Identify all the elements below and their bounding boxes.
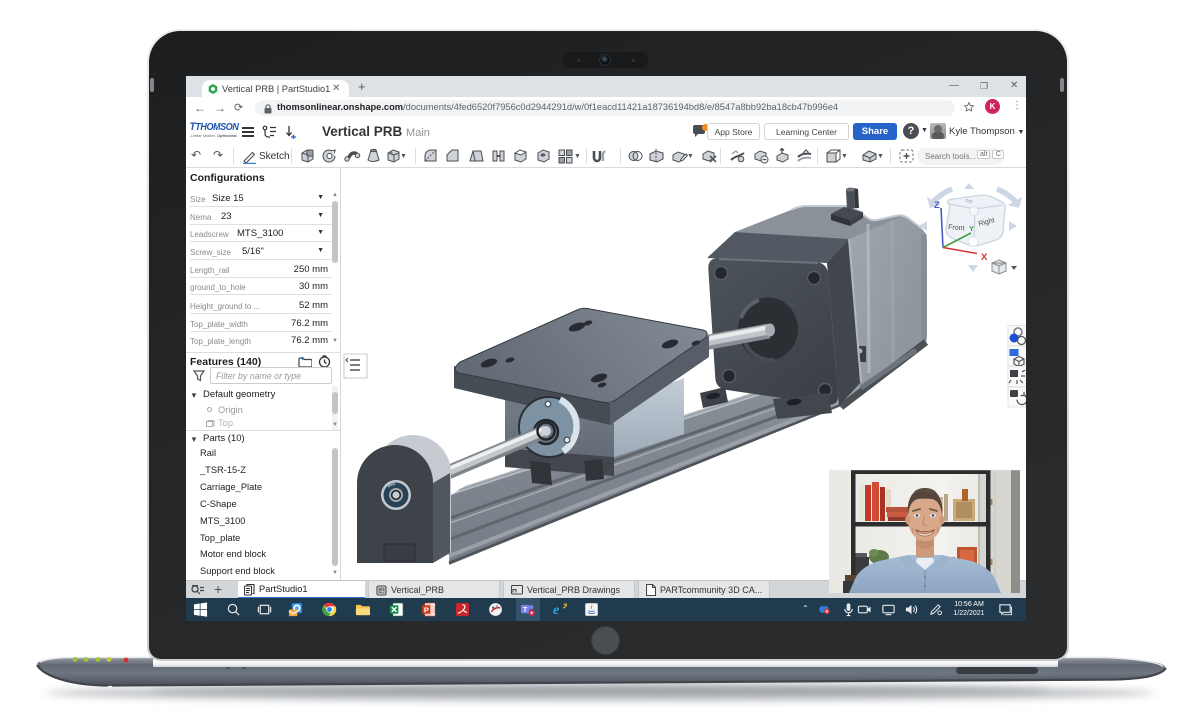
svg-text:Front: Front — [948, 224, 965, 232]
svg-text:e: e — [553, 602, 559, 617]
svg-text:Top: Top — [965, 198, 973, 204]
svg-text:Z: Z — [934, 200, 940, 211]
svg-text:P: P — [424, 605, 429, 614]
svg-text:Y: Y — [969, 224, 974, 233]
svg-text:X: X — [981, 252, 988, 263]
svg-text:T: T — [523, 607, 528, 614]
